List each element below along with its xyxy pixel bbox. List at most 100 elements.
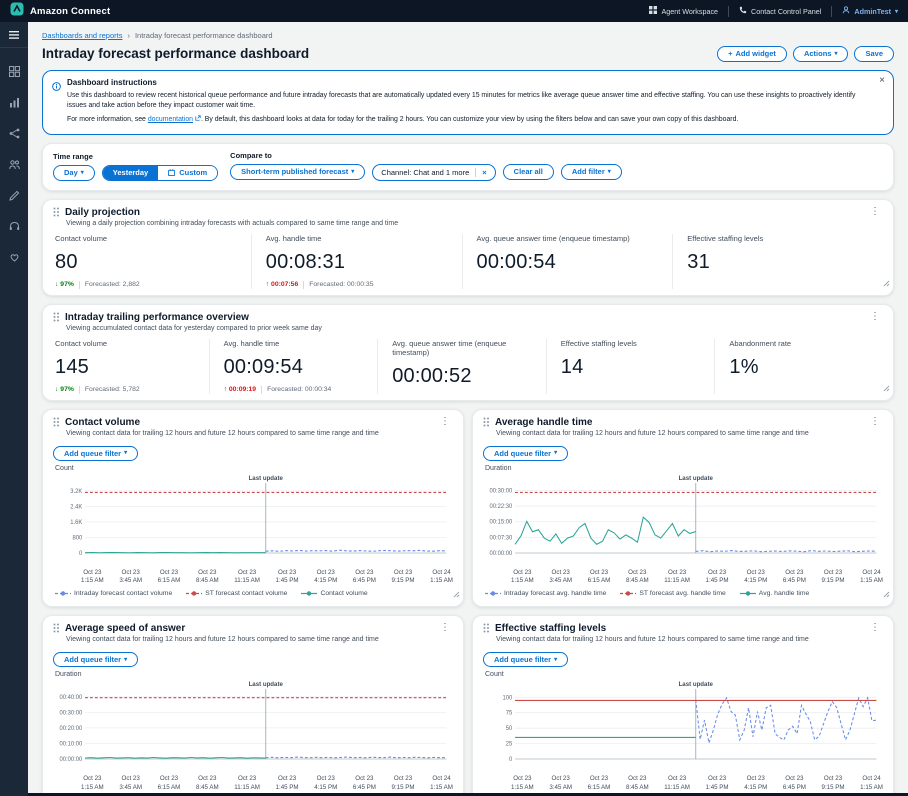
- compare-to-select[interactable]: Short-term published forecast▾: [230, 164, 365, 180]
- x-tick-label: Oct 239:15 PM: [392, 775, 415, 792]
- forecasted-note: Forecasted: 00:00:35: [309, 281, 373, 288]
- daily-projection-widget: Daily projection ⋮ Viewing a daily proje…: [42, 199, 894, 296]
- add-queue-filter-button[interactable]: Add queue filter▾: [53, 446, 138, 462]
- user-menu[interactable]: AdminTest ▾: [842, 6, 898, 16]
- sidebar-item-engagement[interactable]: [9, 250, 20, 268]
- resize-handle[interactable]: [883, 379, 890, 397]
- y-axis-title: Duration: [55, 671, 453, 678]
- svg-text:25: 25: [506, 742, 513, 748]
- x-tick-label: Oct 231:45 PM: [276, 569, 299, 586]
- svg-text:3.2K: 3.2K: [70, 489, 82, 495]
- queue-filter-label: Add queue filter: [64, 656, 121, 664]
- sidebar-item-routing[interactable]: [9, 126, 20, 144]
- drag-handle-icon[interactable]: [53, 207, 60, 217]
- instructions-body-1: Use this dashboard to review recent hist…: [67, 91, 869, 112]
- drag-handle-icon[interactable]: [483, 623, 490, 633]
- chevron-down-icon: ▾: [351, 169, 354, 175]
- queue-filter-label: Add queue filter: [494, 450, 551, 458]
- x-axis-labels: Oct 231:15 AMOct 233:45 AMOct 236:15 AMO…: [81, 569, 453, 586]
- sidebar-item-support[interactable]: [9, 219, 20, 237]
- average-speed-of-answer-chart-widget: Average speed of answer ⋮ Viewing contac…: [42, 615, 464, 793]
- flow-branch-icon: [9, 128, 20, 139]
- metric: Effective staffing levels 31: [672, 234, 883, 289]
- kebab-menu-icon[interactable]: ⋮: [867, 312, 883, 322]
- close-icon[interactable]: ×: [879, 76, 885, 86]
- breadcrumb-dashboards-link[interactable]: Dashboards and reports: [42, 31, 122, 40]
- x-tick-label: Oct 2311:15 AM: [664, 569, 690, 586]
- menu-toggle-button[interactable]: [0, 22, 28, 48]
- x-tick-label: Oct 238:45 AM: [196, 569, 219, 586]
- add-queue-filter-button[interactable]: Add queue filter▾: [483, 446, 568, 462]
- resize-handle[interactable]: [453, 585, 460, 603]
- queue-filter-label: Add queue filter: [494, 656, 551, 664]
- remove-token-icon[interactable]: ×: [475, 168, 486, 177]
- phone-icon: [739, 6, 747, 16]
- metric-delta: ↓ 97% Forecasted: 2,882: [55, 281, 237, 289]
- contact-control-panel-link[interactable]: Contact Control Panel: [739, 6, 821, 16]
- chart-legend: Intraday forecast contact volumeST forec…: [55, 590, 453, 597]
- calendar-icon: [168, 169, 175, 176]
- drag-handle-icon[interactable]: [53, 623, 60, 633]
- sidebar-item-users[interactable]: [9, 157, 20, 175]
- x-tick-label: Oct 238:45 AM: [626, 569, 649, 586]
- time-range-unit-select[interactable]: Day▾: [53, 165, 95, 181]
- metric-delta: ↓ 97% Forecasted: 5,782: [55, 386, 195, 394]
- left-sidebar: [0, 22, 28, 796]
- legend-item: Avg. handle time: [740, 590, 810, 597]
- channel-filter-token: Channel: Chat and 1 more×: [372, 164, 495, 181]
- legend-item: ST forecast contact volume: [186, 590, 287, 597]
- drag-handle-icon[interactable]: [53, 312, 60, 322]
- svg-text:2.4K: 2.4K: [70, 504, 82, 510]
- drag-handle-icon[interactable]: [483, 417, 490, 427]
- widget-subtitle: Viewing contact data for trailing 12 hou…: [66, 430, 453, 437]
- yesterday-segment[interactable]: Yesterday: [103, 166, 158, 180]
- workspace-grid-icon: [649, 6, 657, 16]
- sidebar-item-analytics[interactable]: [9, 95, 20, 113]
- x-tick-label: Oct 231:45 PM: [706, 775, 729, 792]
- time-range-segmented-control: Yesterday Custom: [102, 165, 218, 181]
- agent-workspace-link[interactable]: Agent Workspace: [649, 6, 718, 16]
- metric-label: Contact volume: [55, 234, 237, 243]
- kebab-menu-icon[interactable]: ⋮: [867, 623, 883, 633]
- actions-button[interactable]: Actions▾: [793, 46, 849, 62]
- resize-handle[interactable]: [883, 274, 890, 292]
- add-queue-filter-button[interactable]: Add queue filter▾: [483, 652, 568, 668]
- x-tick-label: Oct 234:15 PM: [744, 775, 767, 792]
- custom-segment[interactable]: Custom: [158, 166, 217, 180]
- sidebar-item-dashboard[interactable]: [9, 64, 20, 82]
- metric-value: 00:00:52: [392, 365, 532, 388]
- chart-plot: 08001.6K2.4K3.2KLast update: [53, 473, 453, 569]
- delta-divider: [303, 281, 304, 289]
- drag-handle-icon[interactable]: [53, 417, 60, 427]
- kebab-menu-icon[interactable]: ⋮: [437, 417, 453, 427]
- documentation-link[interactable]: documentation: [148, 116, 193, 123]
- sidebar-item-forecasting[interactable]: [9, 188, 20, 206]
- bar-chart-icon: [9, 97, 20, 108]
- header-divider: [831, 6, 832, 17]
- clear-all-button[interactable]: Clear all: [503, 164, 554, 180]
- save-button[interactable]: Save: [854, 46, 894, 62]
- svg-text:00:15:00: 00:15:00: [490, 520, 513, 526]
- svg-text:1.6K: 1.6K: [70, 520, 82, 526]
- forecasted-note: Forecasted: 5,782: [85, 386, 140, 393]
- add-filter-button[interactable]: Add filter▾: [561, 164, 622, 180]
- delta-divider: [79, 386, 80, 394]
- kebab-menu-icon[interactable]: ⋮: [437, 623, 453, 633]
- resize-handle[interactable]: [883, 585, 890, 603]
- x-tick-label: Oct 241:15 AM: [860, 569, 883, 586]
- breadcrumb: Dashboards and reports › Intraday foreca…: [28, 22, 908, 40]
- main-content: Dashboards and reports › Intraday foreca…: [28, 22, 908, 793]
- add-widget-button[interactable]: +Add widget: [717, 46, 787, 62]
- metric-value: 145: [55, 356, 195, 379]
- x-tick-label: Oct 2311:15 AM: [664, 775, 690, 792]
- add-queue-filter-button[interactable]: Add queue filter▾: [53, 652, 138, 668]
- widget-title: Daily projection: [65, 207, 140, 218]
- legend-marker-icon: [620, 590, 636, 597]
- kebab-menu-icon[interactable]: ⋮: [867, 417, 883, 427]
- chevron-down-icon: ▾: [554, 657, 557, 663]
- legend-item: ST forecast avg. handle time: [620, 590, 725, 597]
- x-tick-label: Oct 231:15 AM: [81, 775, 104, 792]
- metric-value: 00:08:31: [266, 251, 448, 274]
- kebab-menu-icon[interactable]: ⋮: [867, 207, 883, 217]
- metric: Avg. queue answer time (enqueue timestam…: [377, 339, 546, 394]
